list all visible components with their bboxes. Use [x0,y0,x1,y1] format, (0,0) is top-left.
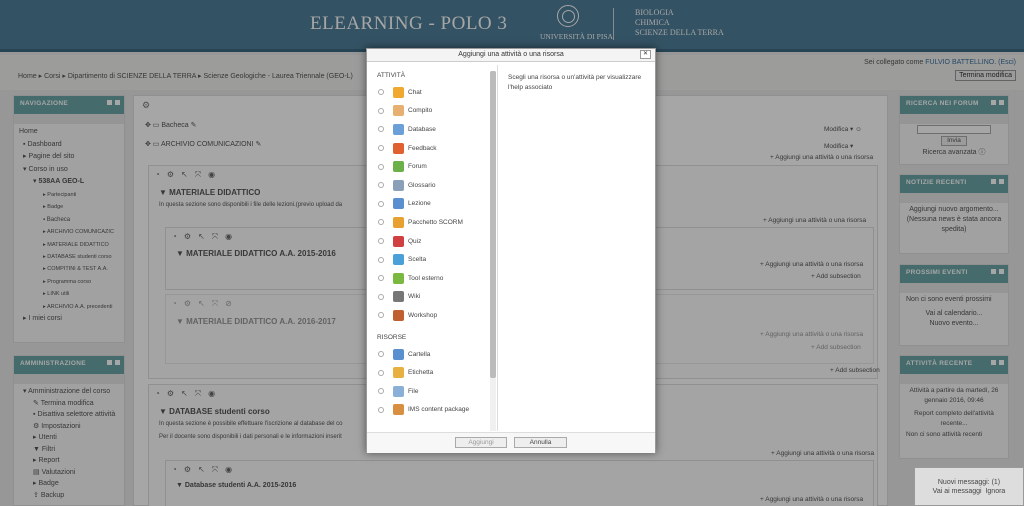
dialog-footer: Aggiungi Annulla [367,432,655,453]
workshop-icon [393,309,404,321]
module-radio[interactable] [378,369,384,376]
help-pane: Scegli una risorsa o un'attività per vis… [497,65,655,431]
module-radio[interactable] [378,126,384,133]
module-option[interactable]: Forum [373,157,495,176]
module-radio[interactable] [378,89,384,96]
module-radio[interactable] [378,406,384,413]
database-icon [393,123,404,135]
module-label: Wiki [408,293,421,301]
module-option[interactable]: IMS content package [373,401,495,420]
module-option[interactable]: Lezione [373,195,495,214]
assignment-icon [393,105,404,117]
new-messages-count: Nuovi messaggi: (1) [937,479,1001,486]
module-option[interactable]: Glossario [373,176,495,195]
module-radio[interactable] [378,163,384,170]
package-icon [393,404,404,416]
module-option[interactable]: Feedback [373,139,495,158]
module-radio[interactable] [378,145,384,152]
module-label: Compito [408,107,433,115]
choice-icon [393,254,404,266]
module-radio[interactable] [378,200,384,207]
module-option[interactable]: File [373,382,495,401]
module-option[interactable]: Quiz [373,232,495,251]
label-icon [393,367,404,379]
module-option[interactable]: Workshop [373,306,495,325]
module-label: Lezione [408,200,431,208]
module-option[interactable]: Compito [373,102,495,121]
module-label: Forum [408,163,427,171]
lesson-icon [393,198,404,210]
wiki-icon [393,291,404,303]
file-icon [393,385,404,397]
module-label: Cartella [408,350,431,358]
module-label: Chat [408,88,422,96]
module-radio[interactable] [378,293,384,300]
quiz-icon [393,235,404,247]
module-radio[interactable] [378,219,384,226]
scorm-icon [393,216,404,228]
module-option[interactable]: Pacchetto SCORM [373,213,495,232]
module-option[interactable]: Database [373,120,495,139]
module-radio[interactable] [378,107,384,114]
close-icon[interactable]: ✕ [640,50,651,59]
module-option[interactable]: Tool esterno [373,269,495,288]
module-radio[interactable] [378,238,384,245]
module-list-scrollbar[interactable] [490,71,496,431]
module-label: Feedback [408,144,437,152]
resources-header: RISORSE [377,333,407,341]
module-label: Scelta [408,256,427,264]
module-label: Pacchetto SCORM [408,218,463,226]
feedback-icon [393,142,404,154]
module-label: Workshop [408,311,438,319]
module-label: Tool esterno [408,274,444,282]
activities-header: ATTIVITÀ [377,72,406,79]
module-radio[interactable] [378,388,384,395]
glossary-icon [393,179,404,191]
module-label: Etichetta [408,369,434,377]
module-option[interactable]: Scelta [373,250,495,269]
chat-icon [393,86,404,98]
module-label: Glossario [408,181,436,189]
module-option[interactable]: Wiki [373,288,495,307]
module-option[interactable]: Etichetta [373,363,495,382]
module-radio[interactable] [378,256,384,263]
module-option[interactable]: Chat [373,83,495,102]
module-label: IMS content package [408,406,470,414]
folder-icon [393,348,404,360]
activity-chooser-dialog: Aggiungi una attività o una risorsa ✕ AT… [366,48,656,453]
cancel-button[interactable]: Annulla [514,437,567,448]
help-text: Scegli una risorsa o un'attività per vis… [508,74,642,91]
forum-icon [393,161,404,173]
module-label: File [408,387,419,395]
dialog-header: Aggiungi una attività o una risorsa ✕ [367,49,655,62]
module-list: ATTIVITÀ Chat Compito Database Feedback Foru… [373,65,495,431]
module-option[interactable]: Cartella [373,345,495,364]
new-messages-popup: Nuovi messaggi: (1) Vai ai messaggi Igno… [914,467,1024,506]
ignore-messages-link[interactable]: Ignora [985,488,1005,495]
module-radio[interactable] [378,312,384,319]
module-label: Database [408,125,436,133]
module-label: Quiz [408,237,422,245]
dialog-title: Aggiungi una attività o una risorsa [458,51,564,58]
scrollbar-thumb[interactable] [490,71,496,378]
module-radio[interactable] [378,351,384,358]
puzzle-icon [393,272,404,284]
module-radio[interactable] [378,182,384,189]
add-button[interactable]: Aggiungi [455,437,507,448]
go-to-messages-link[interactable]: Vai ai messaggi [933,488,982,495]
module-radio[interactable] [378,275,384,282]
